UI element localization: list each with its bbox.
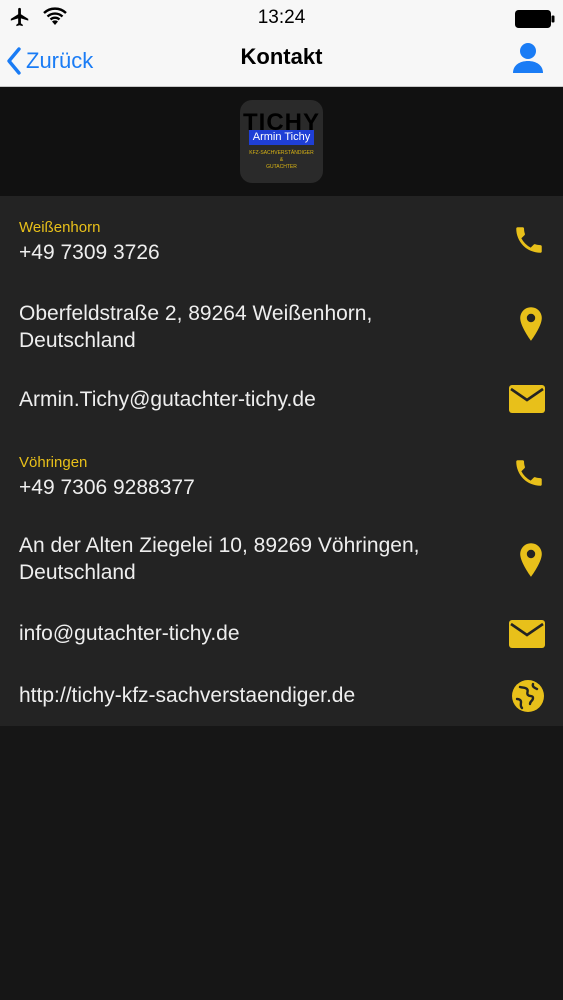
logo-subtitle-line: KFZ-SACHVERSTÄNDIGER — [249, 150, 314, 156]
contact-row-email-voehringen[interactable]: info@gutachter-tichy.de — [0, 602, 563, 664]
status-bar: 13:24 — [0, 0, 563, 36]
contact-row-email-weissenhorn[interactable]: Armin.Tichy@gutachter-tichy.de — [0, 368, 563, 432]
email-address: info@gutachter-tichy.de — [19, 622, 240, 645]
logo-subtitle-line: GUTACHTER — [266, 164, 297, 170]
person-icon[interactable] — [511, 41, 545, 80]
battery-icon — [515, 10, 555, 28]
phone-icon[interactable] — [512, 223, 546, 262]
navigation-bar: Zurück Kontakt — [0, 36, 563, 87]
contact-row-website[interactable]: http://tichy-kfz-sachverstaendiger.de — [0, 664, 563, 726]
location-pin-icon[interactable] — [516, 542, 546, 583]
phone-icon[interactable] — [512, 456, 546, 495]
contact-row-address-weissenhorn[interactable]: Oberfeldstraße 2, 89264 Weißenhorn, Deut… — [0, 278, 563, 368]
address-text: Oberfeldstraße 2, 89264 Weißenhorn, Deut… — [19, 302, 373, 352]
company-logo: TICHY Armin Tichy KFZ-SACHVERSTÄNDIGER &… — [240, 100, 323, 183]
chevron-left-icon — [7, 47, 21, 75]
globe-icon[interactable] — [511, 679, 545, 718]
back-button[interactable]: Zurück — [6, 36, 93, 86]
contact-row-phone-weissenhorn[interactable]: Weißenhorn +49 7309 3726 — [0, 196, 563, 278]
address-text: An der Alten Ziegelei 10, 89269 Vöhringe… — [19, 534, 420, 584]
status-time: 13:24 — [257, 7, 306, 28]
logo-subtitle: KFZ-SACHVERSTÄNDIGER & GUTACHTER — [240, 150, 323, 171]
contact-row-phone-voehringen[interactable]: Vöhringen +49 7306 9288377 — [0, 432, 563, 512]
logo-name: Armin Tichy — [252, 131, 311, 143]
website-url: http://tichy-kfz-sachverstaendiger.de — [19, 684, 356, 707]
logo-area: TICHY Armin Tichy KFZ-SACHVERSTÄNDIGER &… — [0, 87, 563, 196]
logo-subtitle-line: & — [279, 157, 284, 163]
phone-number: +49 7306 9288377 — [19, 476, 195, 499]
location-label: Vöhringen — [19, 454, 88, 471]
location-label: Weißenhorn — [19, 219, 101, 236]
mail-icon[interactable] — [509, 620, 545, 653]
mail-icon[interactable] — [509, 385, 545, 418]
phone-number: +49 7309 3726 — [19, 241, 160, 264]
contact-row-address-voehringen[interactable]: An der Alten Ziegelei 10, 89269 Vöhringe… — [0, 512, 563, 602]
email-address: Armin.Tichy@gutachter-tichy.de — [19, 388, 316, 411]
location-pin-icon[interactable] — [516, 306, 546, 347]
contact-list: Weißenhorn +49 7309 3726 Oberfeldstraße … — [0, 196, 563, 726]
back-button-label: Zurück — [26, 48, 94, 73]
